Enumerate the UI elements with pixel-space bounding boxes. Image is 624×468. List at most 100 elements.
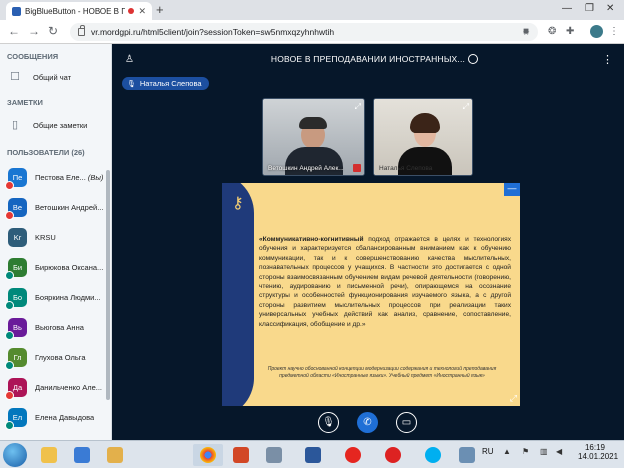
fullscreen-icon[interactable]: ⤢ — [463, 102, 469, 112]
lock-icon — [78, 25, 85, 36]
taskbar-app-icon[interactable] — [259, 444, 289, 466]
recording-indicator-icon[interactable] — [468, 54, 478, 64]
user-name: Данильченко Але... — [35, 383, 102, 392]
audio-status-icon — [5, 181, 14, 190]
notes-icon: ▯ — [11, 119, 19, 131]
audio-status-icon — [5, 301, 14, 310]
language-indicator[interactable]: RU — [482, 447, 494, 456]
user-list-item[interactable]: Бо Бояркина Людми... — [5, 288, 106, 310]
user-list-item[interactable]: Да Данильченко Але... — [5, 378, 106, 400]
browser-tab-bar: BigBlueButton - НОВОЕ В ПР ✕ + — ❐ ✕ — [0, 0, 624, 20]
start-button[interactable] — [3, 443, 27, 467]
presentation-slide[interactable]: ⚷ «Коммуникативно-когнитивный подход отр… — [222, 183, 520, 406]
user-list-item[interactable]: Би Бирюкова Оксана... — [5, 258, 106, 280]
network-icon[interactable]: ▥ — [540, 447, 548, 456]
taskbar-powerpoint-icon[interactable] — [226, 444, 256, 466]
taskbar-chrome-icon[interactable] — [193, 444, 223, 466]
key-icon: ⚷ — [232, 195, 244, 212]
notes-heading: ЗАМЕТКИ — [7, 98, 43, 107]
public-chat-label: Общий чат — [33, 72, 72, 82]
user-list-item[interactable]: Пе Пестова Еле... (Вы) — [5, 168, 106, 190]
fullscreen-icon[interactable]: ⤢ — [355, 102, 361, 112]
user-name-text: KRSU — [35, 233, 56, 242]
user-avatar: Би — [5, 258, 27, 280]
fullscreen-icon[interactable]: ⤢ — [510, 393, 517, 404]
extension-icon[interactable]: ❂ — [548, 26, 556, 37]
video-tile[interactable]: ⤢ Ветошкин Андрей Алек... — [262, 98, 365, 176]
video-tile[interactable]: ⤢ Наталья Слепова — [373, 98, 473, 176]
forward-button[interactable]: → — [28, 24, 40, 38]
user-list-item[interactable]: Ве Ветошкин Андрей... — [5, 198, 106, 220]
shared-notes-label: Общие заметки — [33, 120, 88, 130]
users-heading: ПОЛЬЗОВАТЕЛИ (26) — [7, 148, 85, 157]
user-initials: Би — [12, 263, 23, 272]
tray-expand-icon[interactable]: ▲ — [503, 447, 511, 456]
user-name-text: Данильченко Але... — [35, 383, 103, 392]
camera-permission-icon[interactable]: ■ — [523, 26, 529, 37]
participant-hair — [299, 117, 327, 129]
flag-icon[interactable]: ⚑ — [522, 447, 529, 456]
phone-icon: ✆ — [363, 417, 372, 428]
profile-avatar[interactable] — [590, 25, 603, 38]
leave-audio-button[interactable]: ✆ — [357, 412, 378, 433]
share-webcam-button[interactable]: ▭ — [396, 412, 417, 433]
public-chat-item[interactable]: ☐ Общий чат — [9, 71, 71, 83]
user-initials: Ве — [12, 203, 23, 212]
user-list-item[interactable]: Вь Вьюгова Анна — [5, 318, 106, 340]
user-list-scrollbar[interactable] — [106, 170, 110, 400]
minimize-window-button[interactable]: — — [562, 3, 572, 14]
user-initials: Бо — [12, 293, 23, 302]
taskbar-media-icon[interactable] — [67, 444, 97, 466]
slide-text: «Коммуникативно-когнитивный подход отраж… — [259, 235, 511, 329]
audio-status-icon — [5, 361, 14, 370]
user-avatar: Гл — [5, 348, 27, 370]
user-name-text: Пестова Еле... — [35, 173, 86, 182]
volume-icon[interactable]: ◀ — [556, 447, 562, 456]
user-name: Бояркина Людми... — [35, 293, 101, 302]
audio-status-icon — [5, 331, 14, 340]
options-menu-icon[interactable]: ⋮ — [602, 53, 613, 66]
taskbar-settings-icon[interactable] — [452, 444, 482, 466]
shared-notes-item[interactable]: ▯ Общие заметки — [9, 119, 87, 131]
browser-menu-icon[interactable]: ⋮ — [609, 26, 619, 37]
address-bar[interactable]: vr.mordgpi.ru/html5client/join?sessionTo… — [70, 23, 538, 41]
new-tab-button[interactable]: + — [156, 3, 164, 17]
talking-indicator: 🎙 Наталья Слепова — [122, 77, 209, 90]
taskbar-explorer-icon[interactable] — [34, 444, 64, 466]
microphone-icon: 🎙 — [127, 80, 136, 88]
user-list-item[interactable]: Гл Глухова Ольга — [5, 348, 106, 370]
browser-toolbar: ← → ↻ vr.mordgpi.ru/html5client/join?ses… — [0, 20, 624, 44]
user-list-item[interactable]: Kr KRSU — [8, 228, 106, 247]
user-name: Елена Давыдова — [35, 413, 94, 422]
user-name-text: Елена Давыдова — [35, 413, 95, 422]
close-window-button[interactable]: ✕ — [606, 3, 614, 14]
taskbar-yandex-icon[interactable] — [338, 444, 368, 466]
taskbar-folder-icon[interactable] — [100, 444, 130, 466]
user-name: Глухова Ольга — [35, 353, 86, 362]
messages-heading: СООБЩЕНИЯ — [7, 52, 59, 61]
slide-body: подход отражается в целях и технологиях … — [259, 236, 511, 328]
speaker-name: Наталья Слепова — [139, 79, 202, 88]
minimize-presentation-button[interactable]: — — [504, 183, 520, 196]
video-name: Наталья Слепова — [379, 165, 433, 172]
mute-microphone-button[interactable]: 🎙 — [318, 412, 339, 433]
user-list-item[interactable]: Ел Елена Давыдова — [5, 408, 106, 430]
user-avatar: Kr — [8, 228, 27, 247]
recording-icon — [128, 8, 134, 14]
browser-tab[interactable]: BigBlueButton - НОВОЕ В ПР ✕ — [6, 2, 152, 20]
taskbar-skype-icon[interactable] — [418, 444, 448, 466]
user-avatar: Вь — [5, 318, 27, 340]
extensions-puzzle-icon[interactable]: ✚ — [566, 26, 574, 37]
reload-button[interactable]: ↻ — [48, 24, 58, 38]
tab-close-icon[interactable]: ✕ — [138, 6, 146, 17]
meeting-main-area: ♙ НОВОЕ В ПРЕПОДАВАНИИ ИНОСТРАННЫХ... ⋮ … — [112, 44, 624, 440]
user-initials: Гл — [13, 353, 22, 362]
user-initials: Kr — [13, 233, 22, 242]
taskbar-yandex-browser-icon[interactable] — [378, 444, 408, 466]
meeting-title: НОВОЕ В ПРЕПОДАВАНИИ ИНОСТРАННЫХ... — [270, 54, 466, 64]
back-button[interactable]: ← — [8, 24, 20, 38]
taskbar-word-icon[interactable] — [298, 444, 328, 466]
clock[interactable]: 16:19 14.01.2021 — [578, 443, 618, 461]
maximize-window-button[interactable]: ❐ — [585, 3, 594, 14]
participant-hair — [410, 113, 440, 133]
